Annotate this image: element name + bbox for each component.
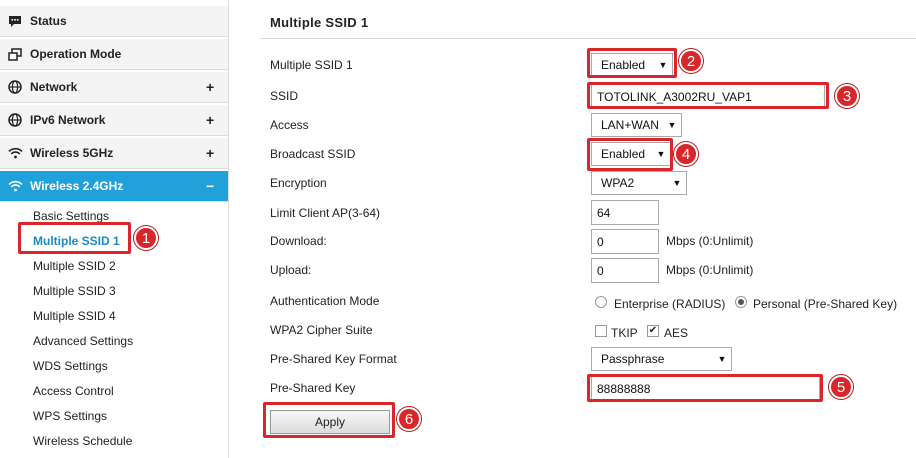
apply-button[interactable]: Apply xyxy=(270,410,390,434)
sidebar-item-label: Wireless 5GHz xyxy=(30,146,114,160)
download-label: Download: xyxy=(270,234,327,248)
dropdown-arrow-icon: ▼ xyxy=(658,60,668,70)
sidebar-subitem-wds-settings[interactable]: WDS Settings xyxy=(33,359,108,373)
multiple-ssid-select[interactable]: Enabled ▼ xyxy=(591,53,673,77)
upload-unit: Mbps (0:Unlimit) xyxy=(666,263,754,277)
sidebar-subitem-wps-settings[interactable]: WPS Settings xyxy=(33,409,107,423)
tkip-checkbox[interactable] xyxy=(595,325,607,337)
sidebar-item-operation-mode[interactable]: Operation Mode xyxy=(0,39,228,70)
expand-icon[interactable]: + xyxy=(206,145,228,161)
download-unit: Mbps (0:Unlimit) xyxy=(666,234,754,248)
dropdown-arrow-icon: ▼ xyxy=(672,178,682,188)
wifi-icon xyxy=(0,147,30,159)
sidebar-item-status[interactable]: Status xyxy=(0,6,228,37)
auth-enterprise-label: Enterprise (RADIUS) xyxy=(614,297,726,311)
expand-icon[interactable]: + xyxy=(206,79,228,95)
ssid-label: SSID xyxy=(270,89,299,103)
sidebar-subitem-wireless-schedule[interactable]: Wireless Schedule xyxy=(33,434,132,448)
dropdown-arrow-icon: ▼ xyxy=(656,149,666,159)
collapse-icon[interactable]: − xyxy=(206,178,228,194)
sidebar-subitem-advanced-settings[interactable]: Advanced Settings xyxy=(33,334,133,348)
auth-personal-label: Personal (Pre-Shared Key) xyxy=(753,297,898,311)
auth-personal-radio[interactable] xyxy=(735,296,747,308)
sidebar-item-label: Operation Mode xyxy=(30,47,122,61)
sidebar-item-wireless-5ghz[interactable]: Wireless 5GHz + xyxy=(0,138,228,169)
wifi-icon xyxy=(0,180,30,192)
step-badge-3: 3 xyxy=(835,84,859,108)
broadcast-ssid-select[interactable]: Enabled ▼ xyxy=(591,142,671,166)
upload-input[interactable]: 0 xyxy=(591,258,659,283)
expand-icon[interactable]: + xyxy=(206,112,228,128)
sidebar-item-ipv6-network[interactable]: IPv6 Network + xyxy=(0,105,228,136)
ssid-input[interactable]: TOTOLINK_A3002RU_VAP1 xyxy=(591,84,825,109)
step-badge-4: 4 xyxy=(674,142,698,166)
download-input[interactable]: 0 xyxy=(591,229,659,254)
sidebar-item-label: Status xyxy=(30,14,67,28)
cipher-suite-label: WPA2 Cipher Suite xyxy=(270,323,373,337)
aes-label: AES xyxy=(664,326,689,340)
sidebar-subitem-basic-settings[interactable]: Basic Settings xyxy=(33,209,109,223)
auth-enterprise-radio[interactable] xyxy=(595,296,607,308)
step-badge-2: 2 xyxy=(679,49,703,73)
sidebar-subitem-multiple-ssid-3[interactable]: Multiple SSID 3 xyxy=(33,284,116,298)
multiple-ssid-label: Multiple SSID 1 xyxy=(270,58,353,72)
windows-icon xyxy=(0,47,30,61)
psk-label: Pre-Shared Key xyxy=(270,381,356,395)
limit-client-input[interactable]: 64 xyxy=(591,200,659,225)
access-label: Access xyxy=(270,118,309,132)
psk-format-select[interactable]: Passphrase ▼ xyxy=(591,347,732,371)
sidebar-item-label: Wireless 2.4GHz xyxy=(30,179,124,193)
psk-format-label: Pre-Shared Key Format xyxy=(270,352,397,366)
dropdown-arrow-icon: ▼ xyxy=(717,354,727,364)
globe-icon xyxy=(0,80,30,94)
sidebar-item-wireless-24ghz[interactable]: Wireless 2.4GHz − xyxy=(0,171,228,202)
sidebar-subitem-multiple-ssid-4[interactable]: Multiple SSID 4 xyxy=(33,309,116,323)
sidebar-subitem-multiple-ssid-1[interactable]: Multiple SSID 1 xyxy=(33,234,120,248)
sidebar-subitem-multiple-ssid-2[interactable]: Multiple SSID 2 xyxy=(33,259,116,273)
sidebar: Status Operation Mode Network + IPv6 Net… xyxy=(0,0,229,458)
step-badge-6: 6 xyxy=(397,407,421,431)
message-icon xyxy=(0,15,30,28)
aes-checkbox[interactable]: ✔ xyxy=(647,325,659,337)
tkip-label: TKIP xyxy=(611,326,638,340)
step-badge-5: 5 xyxy=(829,375,853,399)
encryption-select[interactable]: WPA2 ▼ xyxy=(591,171,687,195)
encryption-label: Encryption xyxy=(270,176,327,190)
page-title: Multiple SSID 1 xyxy=(270,15,369,30)
globe-icon xyxy=(0,113,30,127)
access-select[interactable]: LAN+WAN ▼ xyxy=(591,113,682,137)
upload-label: Upload: xyxy=(270,263,312,277)
dropdown-arrow-icon: ▼ xyxy=(667,120,677,130)
title-divider xyxy=(260,38,916,39)
sidebar-subitem-access-control[interactable]: Access Control xyxy=(33,384,114,398)
limit-client-label: Limit Client AP(3-64) xyxy=(270,206,381,220)
step-badge-1: 1 xyxy=(134,226,158,250)
broadcast-ssid-label: Broadcast SSID xyxy=(270,147,356,161)
sidebar-item-label: Network xyxy=(30,80,78,94)
auth-mode-label: Authentication Mode xyxy=(270,294,380,308)
sidebar-item-network[interactable]: Network + xyxy=(0,72,228,103)
psk-input[interactable]: 88888888 xyxy=(591,376,820,401)
sidebar-item-label: IPv6 Network xyxy=(30,113,106,127)
